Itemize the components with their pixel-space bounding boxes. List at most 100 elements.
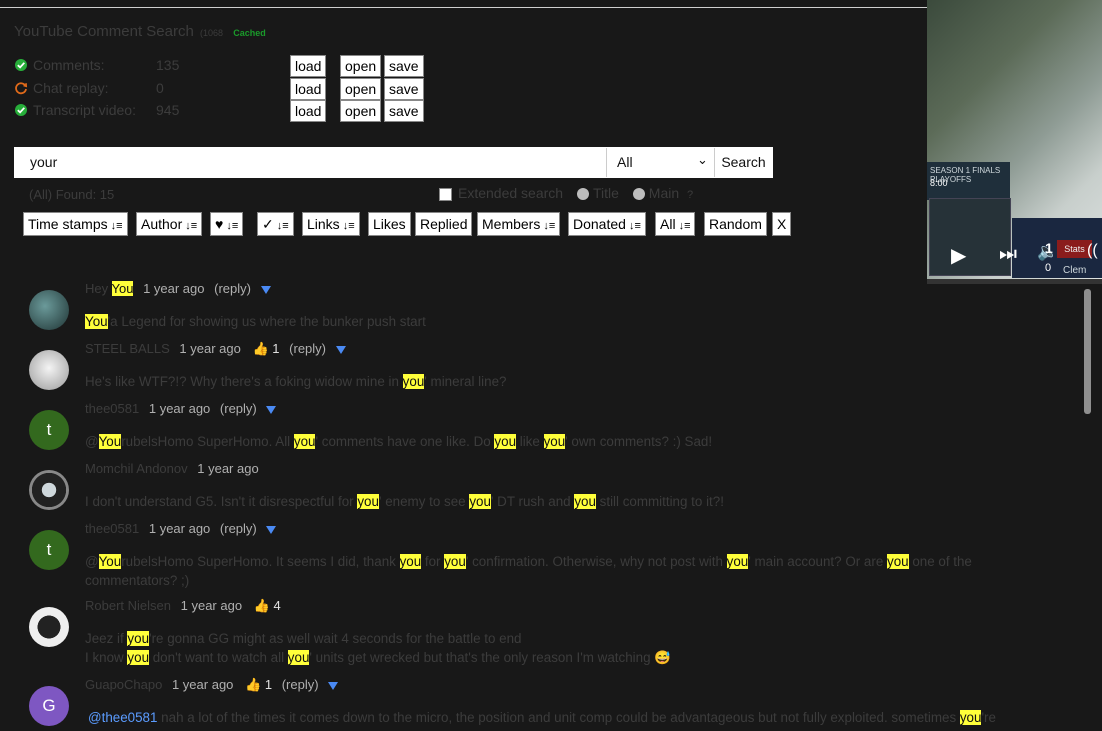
load-transcript-button[interactable]: load	[290, 100, 327, 122]
text-segment: don't want to watch all	[149, 650, 288, 665]
text-segment: ' comments have one like. Do	[315, 434, 495, 449]
avatar[interactable]	[29, 350, 69, 390]
expand-replies-icon[interactable]	[266, 405, 277, 414]
author-name[interactable]: Hey	[85, 281, 112, 296]
avatar-letter: t	[46, 540, 52, 559]
text-segment: 're	[981, 710, 996, 725]
author-name[interactable]: GuapoChapo	[85, 677, 162, 692]
author-name[interactable]: Robert Nielsen	[85, 598, 171, 613]
text-segment: ' mineral line?	[424, 374, 507, 389]
sort-links-button[interactable]: Links ↓≡	[302, 212, 360, 236]
save-chat-button[interactable]: save	[384, 78, 424, 100]
comment-date[interactable]: 1 year ago	[149, 401, 210, 416]
avatar[interactable]: t	[29, 410, 69, 450]
author-name[interactable]: Momchil Andonov	[85, 461, 188, 476]
clear-button[interactable]: X	[772, 212, 792, 236]
source-label: Comments:	[33, 57, 105, 73]
search-input[interactable]: your	[30, 154, 57, 170]
sort-donated-button[interactable]: Donated ↓≡	[568, 212, 646, 236]
reply-link[interactable]: (reply)	[220, 521, 257, 536]
likes-button[interactable]: Likes	[368, 212, 411, 236]
avatar[interactable]: G	[29, 686, 69, 726]
text-segment: @	[85, 554, 99, 569]
title-radio[interactable]	[576, 188, 589, 201]
help-icon[interactable]: ?	[687, 189, 693, 201]
scope-value: All	[617, 154, 633, 170]
load-comments-button[interactable]: load	[290, 55, 327, 77]
sort-icon: ↓≡	[276, 220, 289, 232]
button-label: Members	[482, 216, 541, 232]
sort-all-button[interactable]: All ↓≡	[655, 212, 696, 236]
reply-link[interactable]: (reply)	[282, 677, 319, 692]
save-transcript-button[interactable]: save	[384, 100, 424, 122]
search-button[interactable]: Search	[714, 148, 772, 177]
likes-count: 👍 1	[245, 677, 273, 692]
expand-replies-icon[interactable]	[266, 525, 277, 534]
match-highlight: You	[98, 434, 122, 449]
comment-text: @YourubelsHomo SuperHomo. All you' comme…	[85, 432, 712, 451]
scope-select[interactable]: All ⌄	[606, 148, 720, 177]
load-chat-button[interactable]: load	[290, 78, 327, 100]
comment-date[interactable]: 1 year ago	[149, 521, 210, 536]
text-segment: I don't understand G5. Isn't it disrespe…	[85, 494, 358, 509]
match-highlight: you	[402, 374, 425, 389]
avatar[interactable]	[29, 607, 69, 647]
avatar[interactable]	[29, 290, 69, 330]
title-radio-label: Title	[592, 185, 619, 201]
source-row-transcript: Transcript video: 945 load open save	[14, 100, 434, 122]
source-row-chat: Chat replay: 0 load open save	[14, 78, 434, 100]
main-radio-label: Main	[648, 185, 680, 201]
open-comments-button[interactable]: open	[340, 55, 382, 77]
expand-replies-icon[interactable]	[335, 345, 346, 354]
open-transcript-button[interactable]: open	[340, 100, 382, 122]
video-overlay-panel: SEASON 1 FINALS PLAYOFFS 8:00	[927, 162, 1010, 200]
open-chat-button[interactable]: open	[340, 78, 382, 100]
sort-members-button[interactable]: Members ↓≡	[477, 212, 561, 236]
avatar-letter: G	[42, 696, 56, 715]
text-segment: commentators? ;)	[85, 573, 190, 588]
avatar[interactable]	[29, 470, 69, 510]
reply-link[interactable]: (reply)	[289, 341, 326, 356]
sort-icon: ↓≡	[543, 220, 556, 232]
comment-date[interactable]: 1 year ago	[143, 281, 204, 296]
author-name[interactable]: thee0581	[85, 401, 139, 416]
text-segment: rubelsHomo SuperHomo. All	[121, 434, 294, 449]
comment-date[interactable]: 1 year ago	[197, 461, 258, 476]
extension-title: YouTube Comment Search (1068 Cached	[14, 23, 266, 40]
player-name: Clem	[1063, 265, 1087, 276]
comment-header: Robert Nielsen 1 year ago 👍 4	[85, 598, 281, 614]
reply-link[interactable]: (reply)	[220, 401, 257, 416]
sort-verified-button[interactable]: ✓ ↓≡	[257, 212, 294, 236]
video-player[interactable]: SEASON 1 FINALS PLAYOFFS 8:00 Stats Clem…	[927, 0, 1102, 284]
scrollbar-thumb[interactable]	[1084, 289, 1091, 414]
check-icon: ✓	[262, 216, 274, 232]
comment-date[interactable]: 1 year ago	[181, 598, 242, 613]
expand-replies-icon[interactable]	[328, 681, 339, 690]
replied-button[interactable]: Replied	[415, 212, 473, 236]
likes-count: 👍 1	[252, 341, 280, 356]
author-name[interactable]: STEEL BALLS	[85, 341, 170, 356]
author-name[interactable]: thee0581	[85, 521, 139, 536]
main-radio[interactable]	[632, 188, 645, 201]
extended-search-checkbox[interactable]	[439, 187, 452, 201]
next-icon[interactable]: ⏭	[999, 243, 1017, 266]
play-icon[interactable]: ▶	[951, 243, 966, 268]
save-comments-button[interactable]: save	[384, 55, 424, 77]
comment-header: Momchil Andonov 1 year ago	[85, 461, 259, 476]
text-segment: rubelsHomo SuperHomo. It seems I did, th…	[121, 554, 400, 569]
reply-link[interactable]: (reply)	[214, 281, 251, 296]
mention-link[interactable]: @thee0581	[88, 710, 157, 725]
search-bar: your All ⌄ Search	[14, 147, 773, 178]
avatar[interactable]: t	[29, 530, 69, 570]
text-segment: ' DT rush and	[490, 494, 575, 509]
comment-date[interactable]: 1 year ago	[172, 677, 233, 692]
sort-hearted-button[interactable]: ♥ ↓≡	[210, 212, 244, 236]
random-button[interactable]: Random	[704, 212, 767, 236]
sort-timestamps-button[interactable]: Time stamps ↓≡	[23, 212, 128, 236]
expand-replies-icon[interactable]	[260, 285, 271, 294]
sort-author-button[interactable]: Author ↓≡	[136, 212, 203, 236]
text-segment: I know	[85, 650, 128, 665]
comment-date[interactable]: 1 year ago	[179, 341, 240, 356]
progress-bar[interactable]	[927, 279, 1102, 284]
button-label: Donated	[573, 216, 626, 232]
